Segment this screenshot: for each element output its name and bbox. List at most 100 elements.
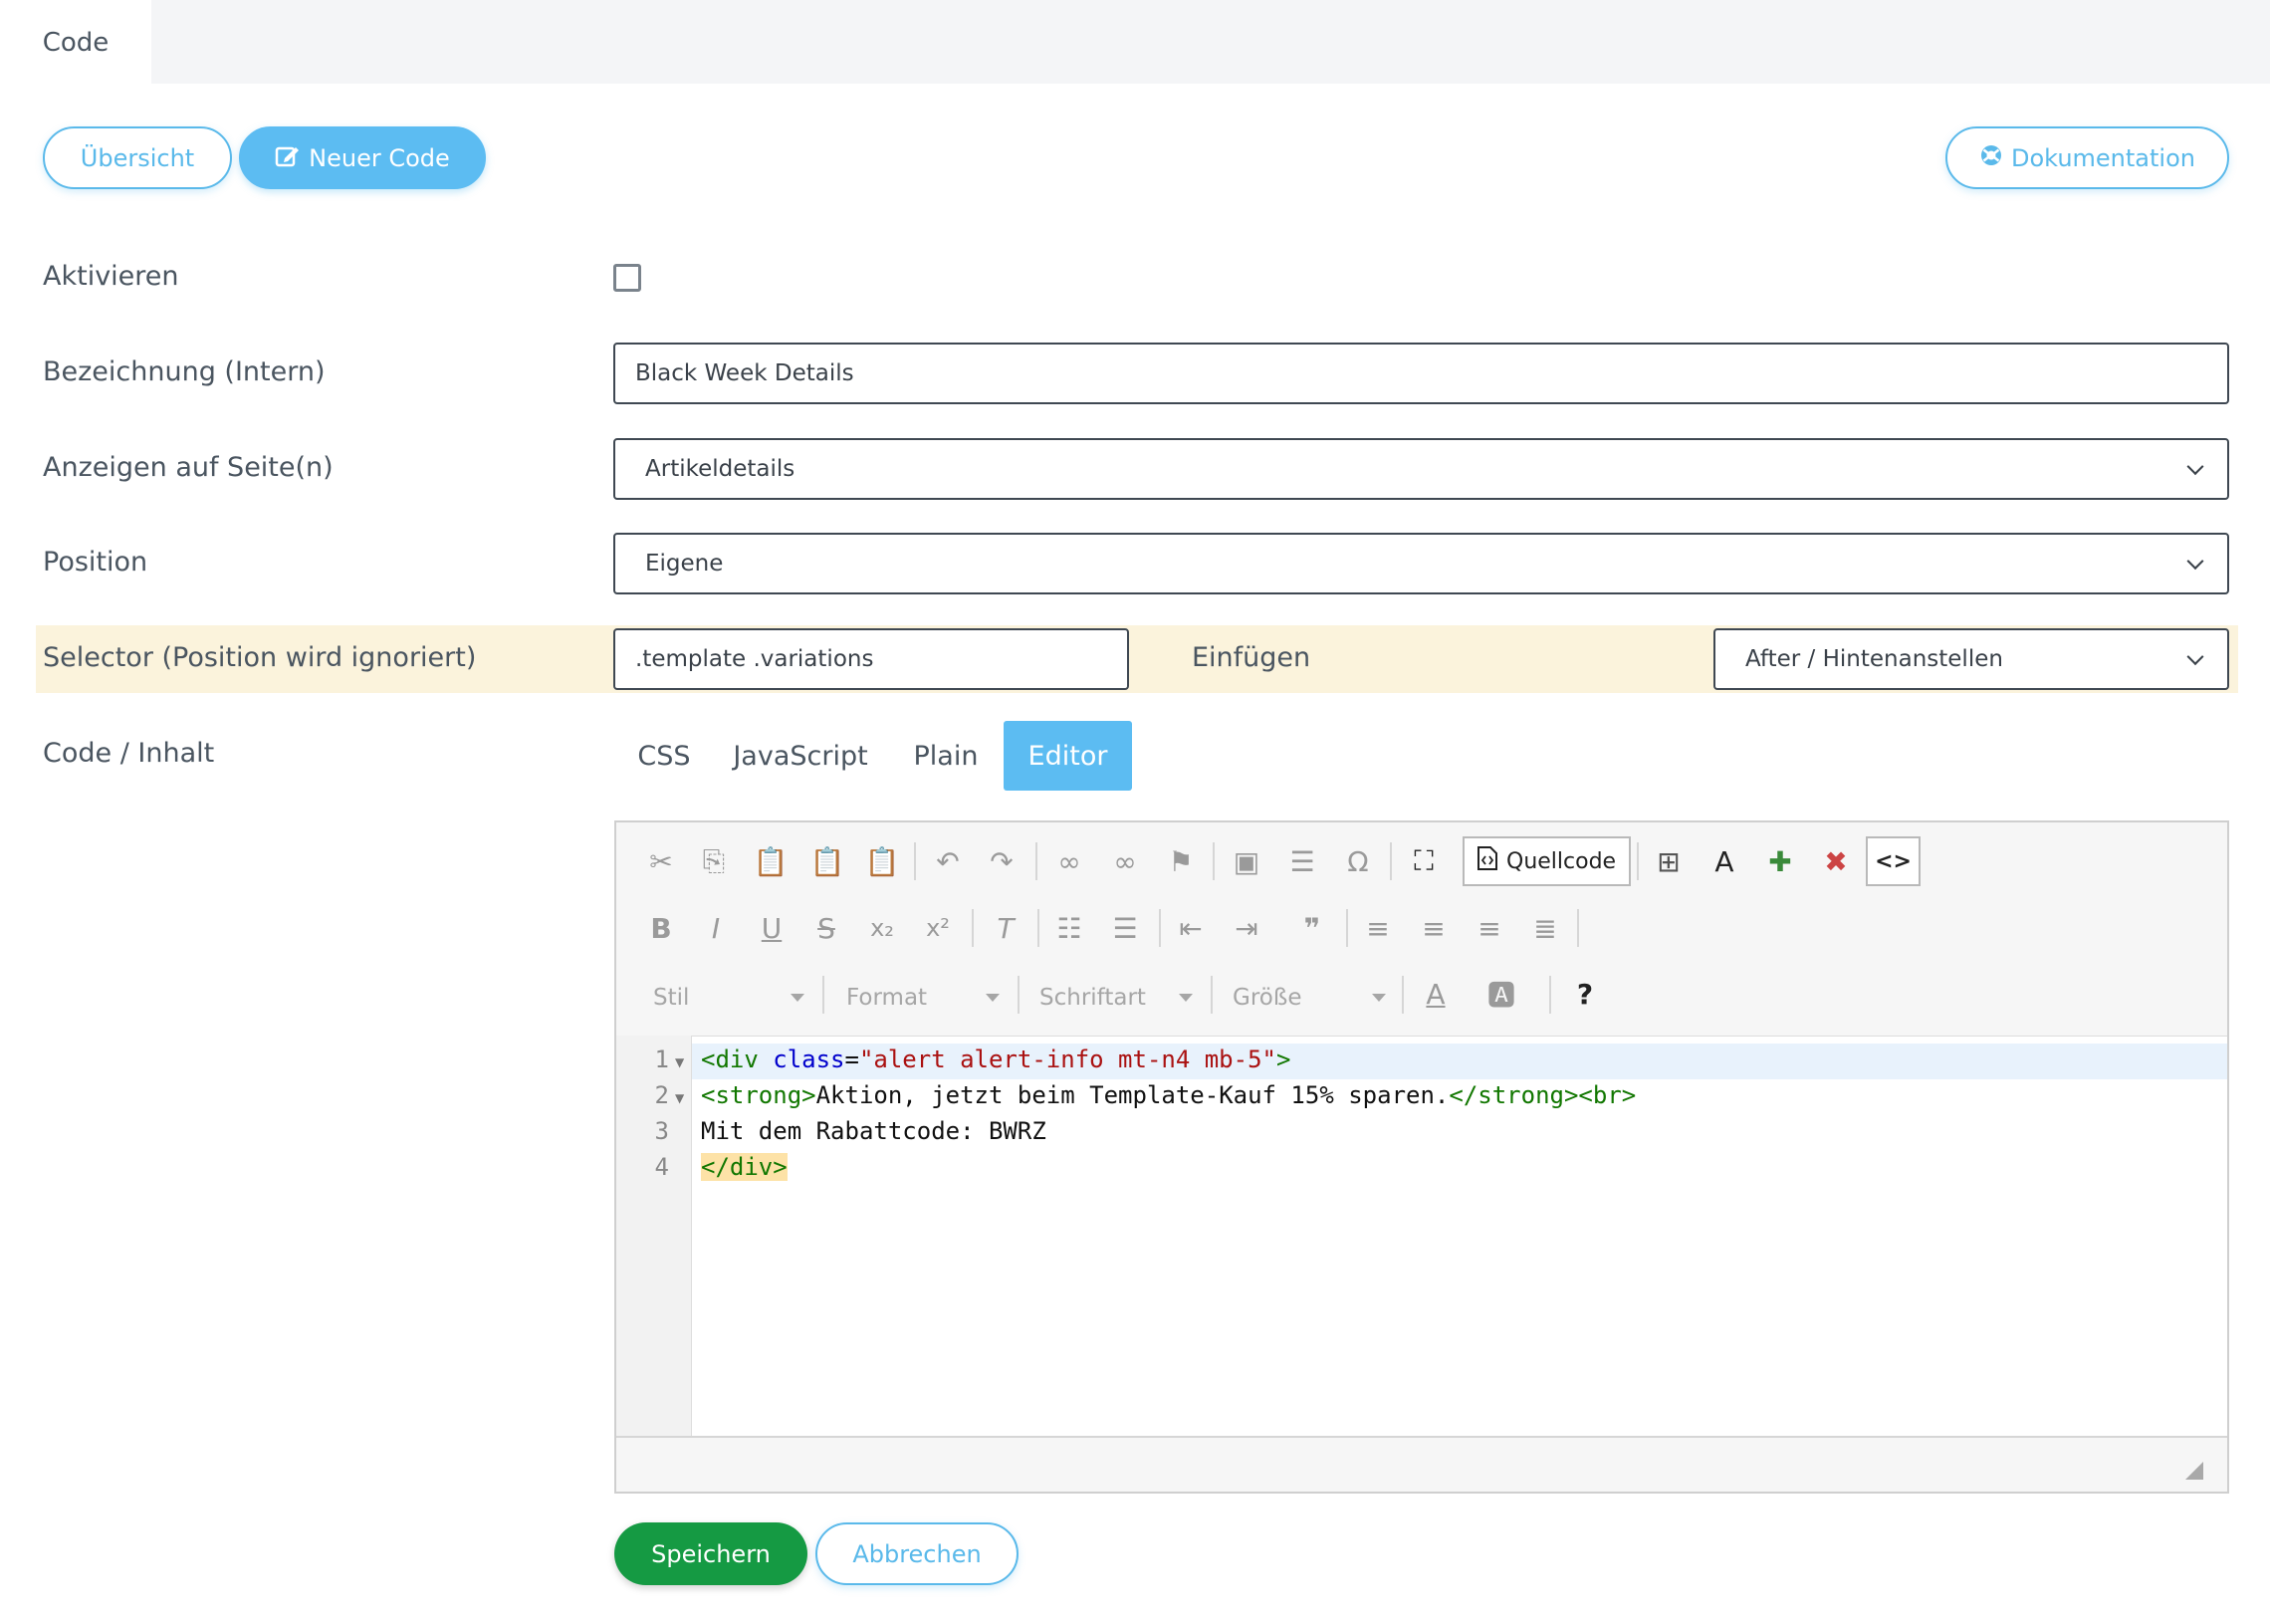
superscript-icon[interactable]: x² — [916, 906, 960, 950]
tab-code[interactable]: Code — [0, 0, 151, 86]
special-char-icon[interactable]: Ω — [1336, 839, 1380, 883]
code-label: Code / Inhalt — [43, 738, 215, 769]
toolbar-separator — [1402, 976, 1404, 1014]
toolbar-separator — [1549, 976, 1551, 1014]
font-combo[interactable]: Schriftart — [1039, 978, 1193, 1018]
name-input[interactable]: Black Week Details — [613, 343, 2229, 404]
image-icon[interactable]: ▣ — [1225, 839, 1268, 883]
help-label: ? — [1576, 977, 1594, 1011]
numbered-list-icon[interactable]: ☷ — [1047, 906, 1091, 950]
toolbar-separator — [1637, 842, 1639, 880]
tab-plain[interactable]: Plain — [896, 721, 996, 791]
edit-icon — [275, 142, 301, 174]
code-snippet-icon: <> — [1875, 848, 1912, 874]
text-color-icon[interactable]: A — [1414, 972, 1458, 1016]
chevron-down-icon — [791, 994, 804, 1002]
insert-select-value: After / Hintenanstellen — [1745, 646, 2003, 672]
overview-button[interactable]: Übersicht — [43, 126, 232, 189]
redo-icon[interactable]: ↷ — [980, 839, 1023, 883]
justify-icon[interactable]: ≣ — [1523, 906, 1567, 950]
style-combo[interactable]: Stil — [653, 978, 804, 1018]
pages-select[interactable]: Artikeldetails — [613, 438, 2229, 500]
cut-icon[interactable]: ✂ — [639, 839, 683, 883]
underline-icon[interactable]: U — [750, 906, 794, 950]
format-combo-label: Format — [846, 985, 928, 1011]
tab-editor-label: Editor — [1027, 740, 1108, 772]
documentation-button-label: Dokumentation — [2011, 143, 2195, 172]
paste-word-icon[interactable]: 📋 — [860, 839, 904, 883]
undo-icon[interactable]: ↶ — [926, 839, 970, 883]
save-button[interactable]: Speichern — [614, 1522, 807, 1585]
paste-icon[interactable]: 📋 — [749, 839, 793, 883]
tab-editor[interactable]: Editor — [1004, 721, 1132, 791]
name-input-value: Black Week Details — [635, 360, 854, 386]
pages-select-value: Artikeldetails — [645, 456, 795, 482]
selector-input[interactable]: .template .variations — [613, 628, 1129, 690]
subscript-icon[interactable]: x₂ — [860, 906, 904, 950]
font-combo-label: Schriftart — [1039, 985, 1146, 1011]
tab-code-label: Code — [42, 28, 110, 58]
toolbar-separator — [914, 842, 916, 880]
horizontal-line-icon[interactable]: ☰ — [1280, 839, 1324, 883]
tab-plain-label: Plain — [913, 740, 979, 772]
find-icon[interactable]: ⊞ — [1647, 839, 1691, 883]
select-all-icon[interactable]: A — [1702, 839, 1746, 883]
bulleted-list-icon[interactable]: ☰ — [1103, 906, 1147, 950]
chevron-down-icon — [1179, 994, 1193, 1002]
maximize-icon[interactable]: ⛶ — [1402, 839, 1446, 883]
new-code-button-label: Neuer Code — [309, 143, 450, 172]
align-right-icon[interactable]: ≡ — [1468, 906, 1511, 950]
align-left-icon[interactable]: ≡ — [1356, 906, 1400, 950]
unlink-icon[interactable]: ∞ — [1103, 839, 1147, 883]
link-icon[interactable]: ∞ — [1047, 839, 1091, 883]
line-number: 1 — [654, 1045, 669, 1073]
help-icon[interactable]: ? — [1563, 972, 1607, 1016]
remove-format-icon[interactable]: T — [984, 906, 1027, 950]
bold-icon[interactable]: B — [639, 906, 683, 950]
format-combo[interactable]: Format — [846, 978, 1000, 1018]
insert-select[interactable]: After / Hintenanstellen — [1713, 628, 2229, 690]
anchor-flag-icon[interactable]: ⚑ — [1159, 839, 1203, 883]
add-comment-icon[interactable]: ✚ — [1758, 839, 1802, 883]
paste-text-icon[interactable]: 📋 — [805, 839, 849, 883]
documentation-button[interactable]: Dokumentation — [1945, 126, 2229, 189]
name-label: Bezeichnung (Intern) — [43, 356, 326, 387]
italic-icon[interactable]: I — [694, 906, 738, 950]
copy-icon[interactable]: ⎘ — [692, 839, 736, 883]
toolbar-separator — [1211, 976, 1213, 1014]
size-combo-label: Größe — [1233, 985, 1302, 1011]
source-button[interactable]: Quellcode — [1463, 836, 1631, 886]
remove-comment-icon[interactable]: ✖ — [1814, 839, 1858, 883]
editor-status-bar — [616, 1436, 2227, 1492]
activate-checkbox[interactable] — [613, 264, 641, 292]
indent-icon[interactable]: ⇥ — [1225, 906, 1268, 950]
source-doc-icon — [1476, 845, 1498, 877]
tab-css-label: CSS — [637, 740, 691, 772]
position-select[interactable]: Eigene — [613, 533, 2229, 594]
lifebuoy-icon — [1979, 143, 2003, 173]
background-color-icon[interactable]: 🅰 — [1479, 972, 1523, 1016]
blockquote-icon[interactable]: ❞ — [1290, 906, 1334, 950]
code-snippet-button[interactable]: <> — [1866, 836, 1921, 886]
insert-label: Einfügen — [1192, 642, 1311, 673]
line-number: 3 — [654, 1117, 669, 1145]
fold-arrow-icon[interactable]: ▼ — [675, 1091, 684, 1105]
tab-javascript-label: JavaScript — [733, 740, 868, 772]
strikethrough-icon[interactable]: S — [804, 906, 848, 950]
outdent-icon[interactable]: ⇤ — [1169, 906, 1213, 950]
toolbar-separator — [1037, 909, 1039, 947]
size-combo[interactable]: Größe — [1233, 978, 1386, 1018]
fold-arrow-icon[interactable]: ▼ — [675, 1055, 684, 1069]
toolbar-separator — [1035, 842, 1037, 880]
tab-css[interactable]: CSS — [623, 721, 705, 791]
align-center-icon[interactable]: ≡ — [1412, 906, 1456, 950]
style-combo-label: Stil — [653, 985, 690, 1011]
cancel-button[interactable]: Abbrechen — [815, 1522, 1019, 1585]
toolbar-separator — [972, 909, 974, 947]
save-button-label: Speichern — [651, 1539, 771, 1568]
tab-javascript[interactable]: JavaScript — [727, 721, 874, 791]
selector-input-value: .template .variations — [635, 646, 874, 672]
new-code-button[interactable]: Neuer Code — [239, 126, 486, 189]
code-line-3: Mit dem Rabattcode: BWRZ — [701, 1117, 1046, 1145]
resize-handle-icon[interactable] — [2185, 1462, 2203, 1480]
